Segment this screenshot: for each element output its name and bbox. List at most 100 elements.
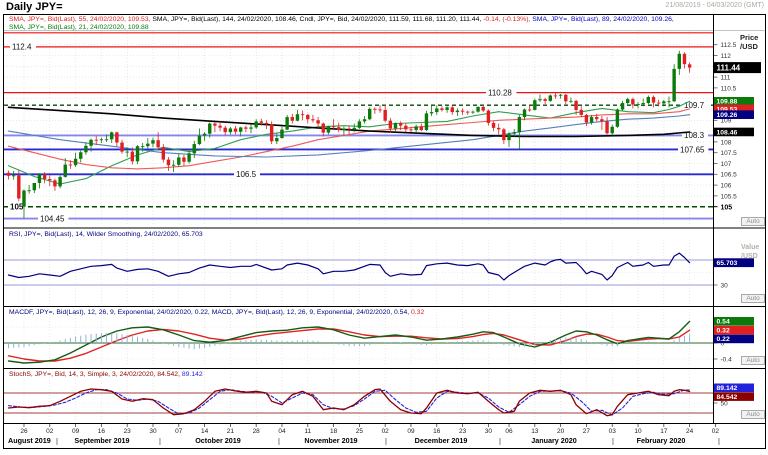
- svg-text:110.5: 110.5: [721, 85, 737, 92]
- candle: [269, 124, 274, 142]
- auto-scale-button-stoch[interactable]: Auto: [741, 410, 765, 419]
- candle: [104, 139, 109, 141]
- candle: [486, 110, 491, 123]
- candle: [682, 53, 687, 65]
- svg-text:0.22: 0.22: [717, 336, 730, 343]
- svg-text:03: 03: [609, 428, 617, 435]
- svg-text:August 2019: August 2019: [8, 436, 51, 445]
- candle: [373, 108, 377, 110]
- svg-text:50: 50: [721, 400, 729, 407]
- candle: [306, 114, 310, 120]
- candle: [187, 153, 191, 162]
- svg-text:/USD: /USD: [740, 42, 759, 51]
- candle: [197, 135, 202, 145]
- svg-text:104.45: 104.45: [40, 214, 65, 223]
- svg-text:106: 106: [721, 183, 732, 190]
- candle: [522, 109, 527, 118]
- candle: [419, 126, 423, 131]
- candle: [409, 129, 413, 131]
- svg-text:13: 13: [531, 428, 539, 435]
- candle: [254, 121, 258, 128]
- macd-panel: [4, 320, 713, 364]
- svg-text:09: 09: [407, 428, 415, 435]
- macd-header-hist-value: 0.32: [411, 308, 425, 316]
- candle: [300, 114, 305, 116]
- svg-text:09: 09: [72, 428, 80, 435]
- svg-text:24: 24: [686, 428, 694, 435]
- candle: [275, 138, 279, 142]
- svg-text:|: |: [385, 437, 387, 446]
- candle: [466, 111, 470, 113]
- candle: [290, 117, 294, 121]
- candle: [677, 53, 681, 69]
- candle: [79, 152, 83, 159]
- legend-change: -0.14, (-0.13%),: [483, 16, 533, 23]
- candle: [347, 128, 351, 130]
- rsi-panel: [4, 252, 713, 286]
- candle: [450, 107, 454, 113]
- candle: [27, 190, 31, 192]
- candle: [687, 64, 692, 68]
- candle: [316, 120, 320, 124]
- page-title: Daily JPY=: [6, 1, 63, 13]
- candle: [110, 132, 114, 140]
- svg-text:112: 112: [721, 53, 732, 60]
- svg-text:20: 20: [557, 428, 565, 435]
- candle: [58, 176, 62, 187]
- candle: [146, 143, 150, 147]
- candle: [558, 94, 563, 96]
- svg-text:16: 16: [433, 428, 441, 435]
- candle: [223, 127, 227, 133]
- candle: [595, 117, 599, 120]
- candle: [527, 109, 532, 111]
- svg-text:14: 14: [201, 428, 209, 435]
- candle: [94, 139, 98, 141]
- candle: [424, 113, 429, 131]
- svg-text:111: 111: [721, 75, 731, 82]
- candle: [321, 123, 325, 133]
- candle: [667, 101, 671, 103]
- date-range-label: 21/08/2019 - 04/03/2020 (GMT): [665, 2, 764, 9]
- candle: [208, 123, 212, 134]
- candle: [259, 121, 264, 123]
- candle: [311, 119, 315, 121]
- rsi-axis: Value/USD3065.703: [714, 244, 759, 289]
- svg-text:16: 16: [98, 428, 106, 435]
- macd-header: MACDF, JPY=, Bid(Last), 12, 26, 9, Expon…: [9, 309, 424, 316]
- candle: [140, 146, 145, 148]
- svg-text:26: 26: [20, 428, 28, 435]
- svg-text:October 2019: October 2019: [195, 436, 241, 445]
- svg-text:105: 105: [721, 204, 733, 211]
- candle: [166, 159, 171, 166]
- candle: [177, 157, 181, 165]
- candle: [574, 100, 578, 110]
- legend-sma89: SMA, JPY=, Bid(Last), 89, 24/02/2020, 10…: [532, 16, 674, 23]
- candle: [6, 172, 11, 176]
- svg-text:|: |: [718, 437, 720, 446]
- candle: [378, 109, 382, 111]
- auto-scale-button-macd[interactable]: Auto: [741, 356, 765, 365]
- auto-scale-button-rsi[interactable]: Auto: [741, 294, 765, 303]
- svg-text:111.44: 111.44: [717, 63, 741, 72]
- candle: [543, 99, 547, 101]
- candle: [646, 96, 651, 104]
- svg-text:84.542: 84.542: [717, 394, 738, 401]
- candle: [337, 127, 341, 131]
- candle: [533, 100, 537, 110]
- candle: [48, 179, 52, 181]
- candle: [228, 128, 233, 133]
- svg-text:30: 30: [721, 282, 729, 289]
- candle: [331, 126, 336, 128]
- svg-text:02: 02: [46, 428, 54, 435]
- svg-text:25: 25: [356, 428, 364, 435]
- candle: [455, 110, 460, 113]
- candle: [445, 107, 449, 110]
- auto-scale-button-price[interactable]: Auto: [741, 217, 765, 226]
- candle: [626, 99, 630, 104]
- svg-text:109.26: 109.26: [717, 112, 738, 119]
- stoch-header-d-value: 89.142: [181, 370, 203, 378]
- candle: [202, 133, 207, 136]
- rsi-header: RSI, JPY=, Bid(Last), 14, Wilder Smoothi…: [9, 231, 203, 238]
- svg-text:-0.4: -0.4: [721, 356, 733, 363]
- candle: [548, 95, 552, 101]
